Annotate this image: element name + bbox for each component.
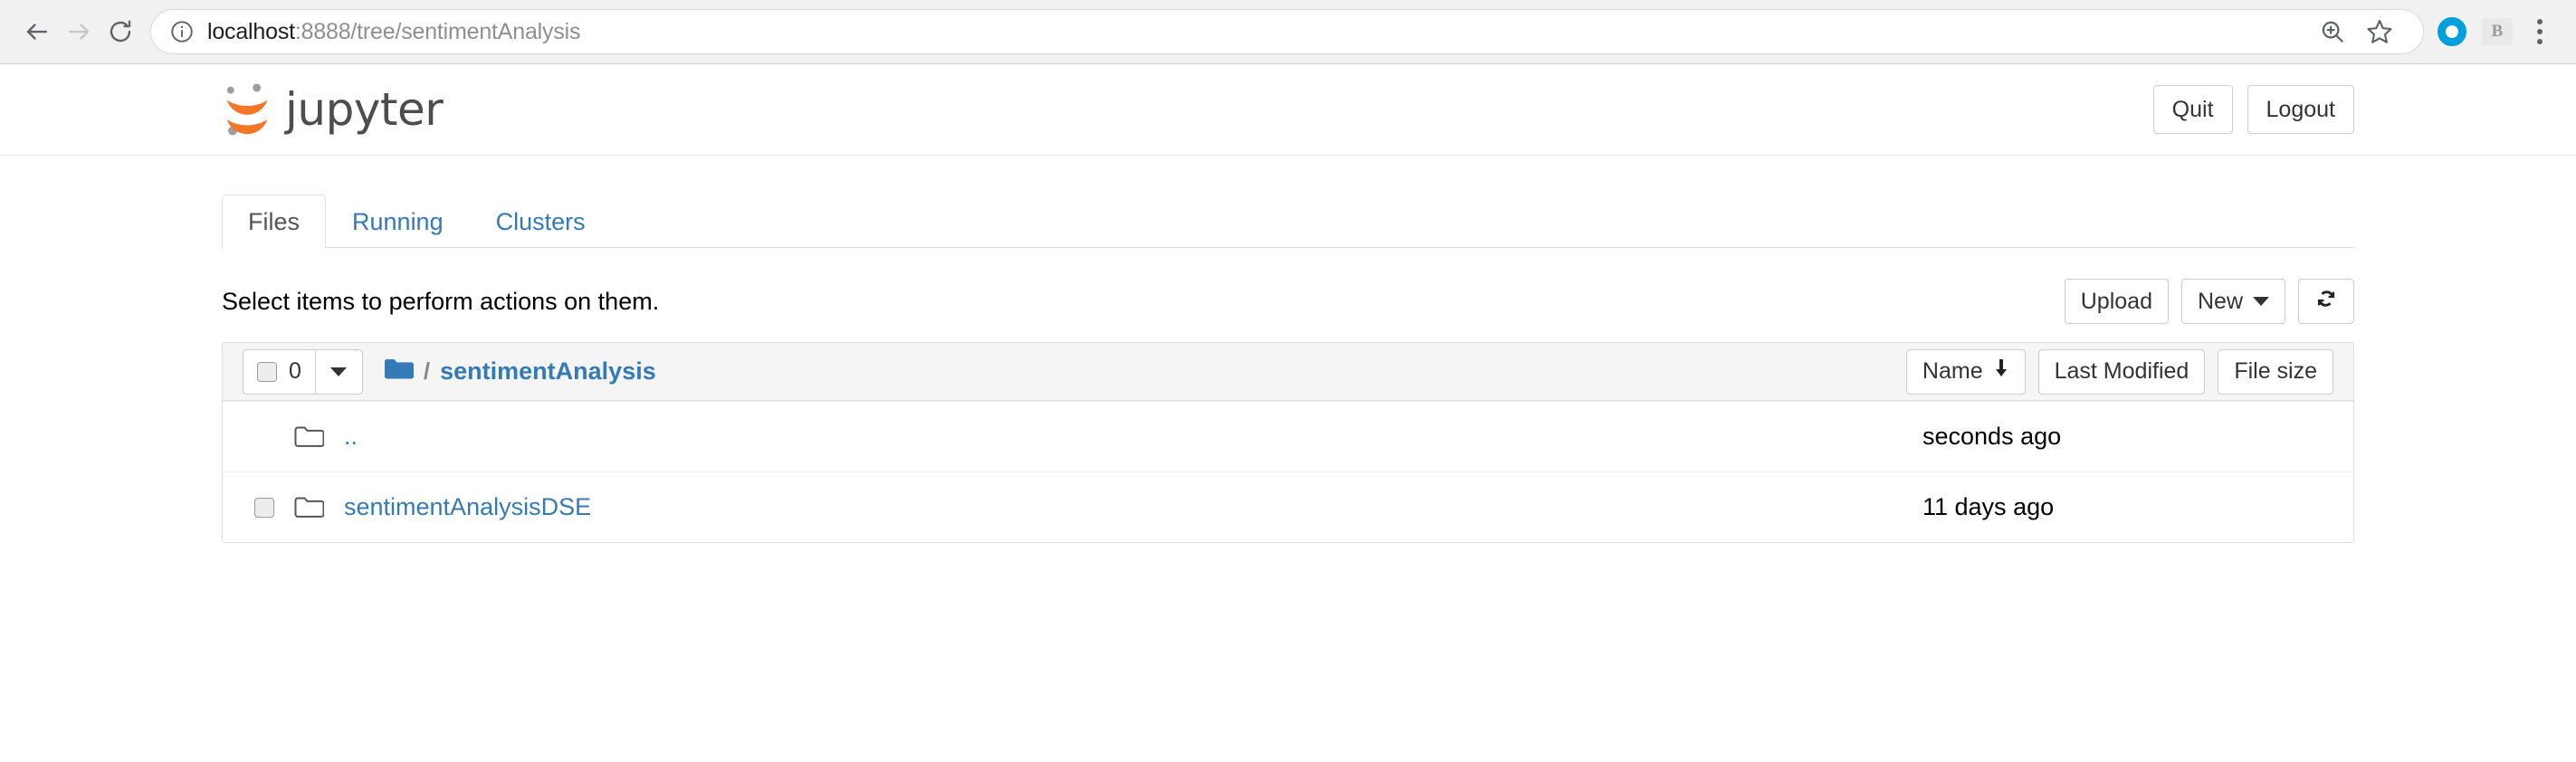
caret-down-icon xyxy=(330,367,348,376)
row-modified: seconds ago xyxy=(1922,423,2062,450)
tab-bar: Files Running Clusters xyxy=(222,185,2354,248)
info-circle-icon[interactable] xyxy=(169,19,195,44)
tab-running[interactable]: Running xyxy=(326,195,470,248)
file-list: 0 / sentimentAnalysis Name Last Modified… xyxy=(222,342,2354,543)
caret-down-icon xyxy=(2253,297,2269,306)
table-row[interactable]: sentimentAnalysisDSE 11 days ago xyxy=(223,471,2353,542)
url-host: localhost xyxy=(207,18,295,44)
sort-by-modified-button[interactable]: Last Modified xyxy=(2037,348,2206,395)
folder-solid-icon[interactable] xyxy=(383,357,414,386)
refresh-button[interactable] xyxy=(2298,279,2354,324)
file-list-header: 0 / sentimentAnalysis Name Last Modified… xyxy=(223,343,2353,401)
reload-icon xyxy=(107,18,134,45)
select-all-button[interactable]: 0 xyxy=(243,348,316,395)
extensions-area: B xyxy=(2429,9,2560,54)
jupyter-wordmark: jupyter xyxy=(285,83,444,136)
refresh-icon xyxy=(2314,287,2338,317)
upload-button-label: Upload xyxy=(2080,288,2152,314)
jupyter-logo[interactable]: jupyter xyxy=(222,81,444,138)
row-checkbox-slot xyxy=(243,497,293,518)
row-name-link[interactable]: sentimentAnalysisDSE xyxy=(344,493,591,521)
forward-arrow-icon xyxy=(65,18,92,45)
row-checkbox[interactable] xyxy=(254,497,274,518)
jupyter-page: jupyter Quit Logout Files Running Cluste… xyxy=(0,64,2576,543)
reload-button[interactable] xyxy=(100,11,141,52)
new-button[interactable]: New xyxy=(2180,279,2285,324)
table-row[interactable]: .. seconds ago xyxy=(223,401,2353,471)
b-extension-icon[interactable]: B xyxy=(2475,9,2520,54)
action-row: Select items to perform actions on them.… xyxy=(222,275,2354,328)
select-dropdown-button[interactable] xyxy=(315,348,363,395)
row-name-link[interactable]: .. xyxy=(344,423,358,451)
new-button-label: New xyxy=(2197,288,2243,314)
folder-outline-icon xyxy=(293,495,340,520)
forward-button[interactable] xyxy=(58,11,100,52)
upload-button[interactable]: Upload xyxy=(2064,279,2169,324)
jupyter-logo-icon xyxy=(222,81,272,138)
sort-modified-label: Last Modified xyxy=(2054,358,2190,384)
row-modified: 11 days ago xyxy=(1922,493,2055,520)
breadcrumb: / sentimentAnalysis xyxy=(383,357,656,386)
breadcrumb-current-folder[interactable]: sentimentAnalysis xyxy=(440,357,656,386)
arrow-down-icon xyxy=(1993,358,2009,385)
selected-count: 0 xyxy=(289,358,301,384)
checkbox-icon[interactable] xyxy=(257,361,277,382)
back-button[interactable] xyxy=(16,11,58,52)
select-all-group: 0 xyxy=(243,348,363,395)
action-button-group: Upload New xyxy=(2064,279,2354,324)
sort-by-name-button[interactable]: Name xyxy=(1905,348,2026,395)
address-bar[interactable]: localhost:8888/tree/sentimentAnalysis xyxy=(150,9,2424,54)
zoom-in-magnifier-icon[interactable] xyxy=(2309,11,2356,52)
sort-by-size-button[interactable]: File size xyxy=(2218,348,2333,395)
folder-outline-icon xyxy=(293,424,340,450)
sort-name-label: Name xyxy=(1922,358,1983,384)
back-arrow-icon xyxy=(24,18,51,45)
quit-button[interactable]: Quit xyxy=(2152,85,2233,134)
blue-circle-extension-icon[interactable] xyxy=(2429,9,2475,54)
jupyter-header: jupyter Quit Logout xyxy=(0,64,2576,156)
url-path: :8888/tree/sentimentAnalysis xyxy=(294,18,581,44)
breadcrumb-separator: / xyxy=(423,357,431,385)
three-dot-menu-icon[interactable] xyxy=(2520,9,2560,54)
jupyter-content: Files Running Clusters Select items to p… xyxy=(0,185,2576,543)
star-bookmark-icon[interactable] xyxy=(2356,11,2403,52)
browser-toolbar: localhost:8888/tree/sentimentAnalysis B xyxy=(0,0,2576,64)
tab-files[interactable]: Files xyxy=(222,195,327,248)
sort-size-label: File size xyxy=(2234,358,2317,384)
sort-button-group: Name Last Modified File size xyxy=(1905,348,2333,395)
tab-clusters[interactable]: Clusters xyxy=(470,195,612,248)
url-text: localhost:8888/tree/sentimentAnalysis xyxy=(207,19,580,45)
selection-hint: Select items to perform actions on them. xyxy=(222,287,660,315)
logout-button[interactable]: Logout xyxy=(2247,85,2354,134)
header-button-group: Quit Logout xyxy=(2152,85,2354,134)
omnibox-actions xyxy=(2302,11,2403,52)
